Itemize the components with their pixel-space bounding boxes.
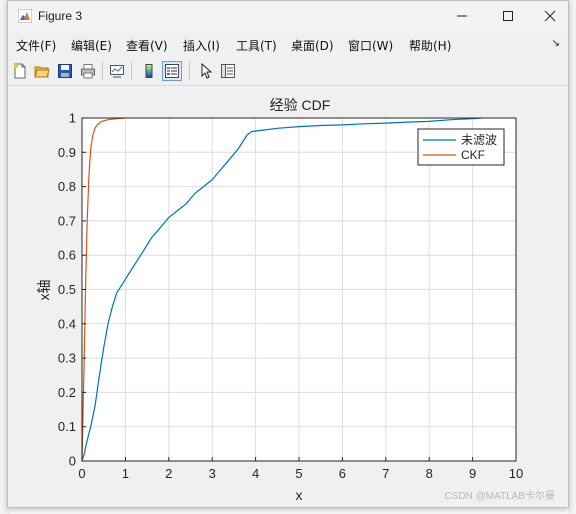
close-icon <box>544 10 556 22</box>
x-tick-label: 10 <box>509 466 523 481</box>
menu-insert[interactable]: 插入(I) <box>183 37 220 54</box>
y-tick-label: 0.1 <box>58 419 76 434</box>
x-tick-label: 0 <box>78 466 85 481</box>
window-title: Figure 3 <box>38 9 83 23</box>
x-tick-label: 5 <box>295 466 302 481</box>
y-tick-label: 0.4 <box>58 316 76 331</box>
y-tick-label: 0.7 <box>58 213 76 228</box>
y-tick-label: 0.6 <box>58 248 76 263</box>
x-tick-label: 9 <box>469 466 476 481</box>
legend-icon[interactable] <box>162 61 182 81</box>
y-tick-label: 0.8 <box>58 179 76 194</box>
menu-window[interactable]: 窗口(W) <box>348 37 393 54</box>
menu-bar: 文件(F) 编辑(E) 查看(V) 插入(I) 工具(T) 桌面(D) 窗口(W… <box>8 33 568 57</box>
y-tick-label: 1 <box>69 111 76 126</box>
x-tick-label: 7 <box>382 466 389 481</box>
x-tick-label: 3 <box>209 466 216 481</box>
menu-desktop[interactable]: 桌面(D) <box>291 37 334 54</box>
toolbar-separator <box>131 62 132 80</box>
x-tick-label: 4 <box>252 466 259 481</box>
watermark-text: CSDN @MATLAB卡尔曼 <box>444 491 555 502</box>
toolbar <box>8 58 568 86</box>
x-axis-label: x <box>296 487 303 503</box>
save-icon[interactable] <box>55 61 75 81</box>
new-figure-icon[interactable] <box>10 61 30 81</box>
cdf-plot[interactable]: 经验 CDF 0 1 2 3 4 5 6 7 8 9 10 0 0.1 0.2 0.3 0.4 0.5 0.6 0.… <box>9 86 567 506</box>
menu-help[interactable]: 帮助(H) <box>409 37 451 54</box>
colorbar-icon[interactable] <box>139 61 159 81</box>
menu-edit[interactable]: 编辑(E) <box>71 37 112 54</box>
legend-label: CKF <box>461 148 485 162</box>
background-editor-right <box>568 0 576 514</box>
x-tick-label: 1 <box>122 466 129 481</box>
close-button[interactable] <box>532 5 568 27</box>
x-tick-label: 2 <box>165 466 172 481</box>
print-icon[interactable] <box>78 61 98 81</box>
figure-canvas: 经验 CDF 0 1 2 3 4 5 6 7 8 9 10 0 0.1 0.2 0.3 0.4 0.5 0.6 0.… <box>9 86 567 506</box>
figure-window: Figure 3 文件(F) 编辑(E) 查看(V) 插入(I) 工具(T) 桌… <box>7 0 569 508</box>
maximize-button[interactable] <box>490 5 526 27</box>
menu-file[interactable]: 文件(F) <box>16 37 56 54</box>
y-tick-label: 0.9 <box>58 145 76 160</box>
link-plot-icon[interactable] <box>107 61 127 81</box>
y-tick-label: 0.2 <box>58 385 76 400</box>
minimize-icon <box>457 15 467 17</box>
legend[interactable]: 未滤波CKF <box>417 128 505 166</box>
legend-label: 未滤波 <box>461 133 497 147</box>
edit-plot-arrow-icon[interactable] <box>196 61 216 81</box>
title-bar: Figure 3 <box>8 1 568 32</box>
open-file-icon[interactable] <box>32 61 52 81</box>
maximize-icon <box>503 11 513 21</box>
matlab-logo-icon <box>18 9 32 23</box>
x-tick-label: 6 <box>339 466 346 481</box>
toolbar-separator <box>102 62 103 80</box>
property-inspector-icon[interactable] <box>218 61 238 81</box>
x-tick-label: 8 <box>426 466 433 481</box>
chart-title: 经验 CDF <box>270 97 331 113</box>
minimize-button[interactable] <box>444 5 480 27</box>
y-tick-label: 0 <box>69 454 76 469</box>
menu-tools[interactable]: 工具(T) <box>236 37 277 54</box>
y-tick-label: 0.5 <box>58 282 76 297</box>
y-axis-label: x轴 <box>36 280 52 301</box>
y-tick-label: 0.3 <box>58 351 76 366</box>
menu-dock-arrow-icon[interactable]: ↘ <box>552 38 560 49</box>
menu-view[interactable]: 查看(V) <box>126 37 168 54</box>
toolbar-separator <box>189 62 190 80</box>
